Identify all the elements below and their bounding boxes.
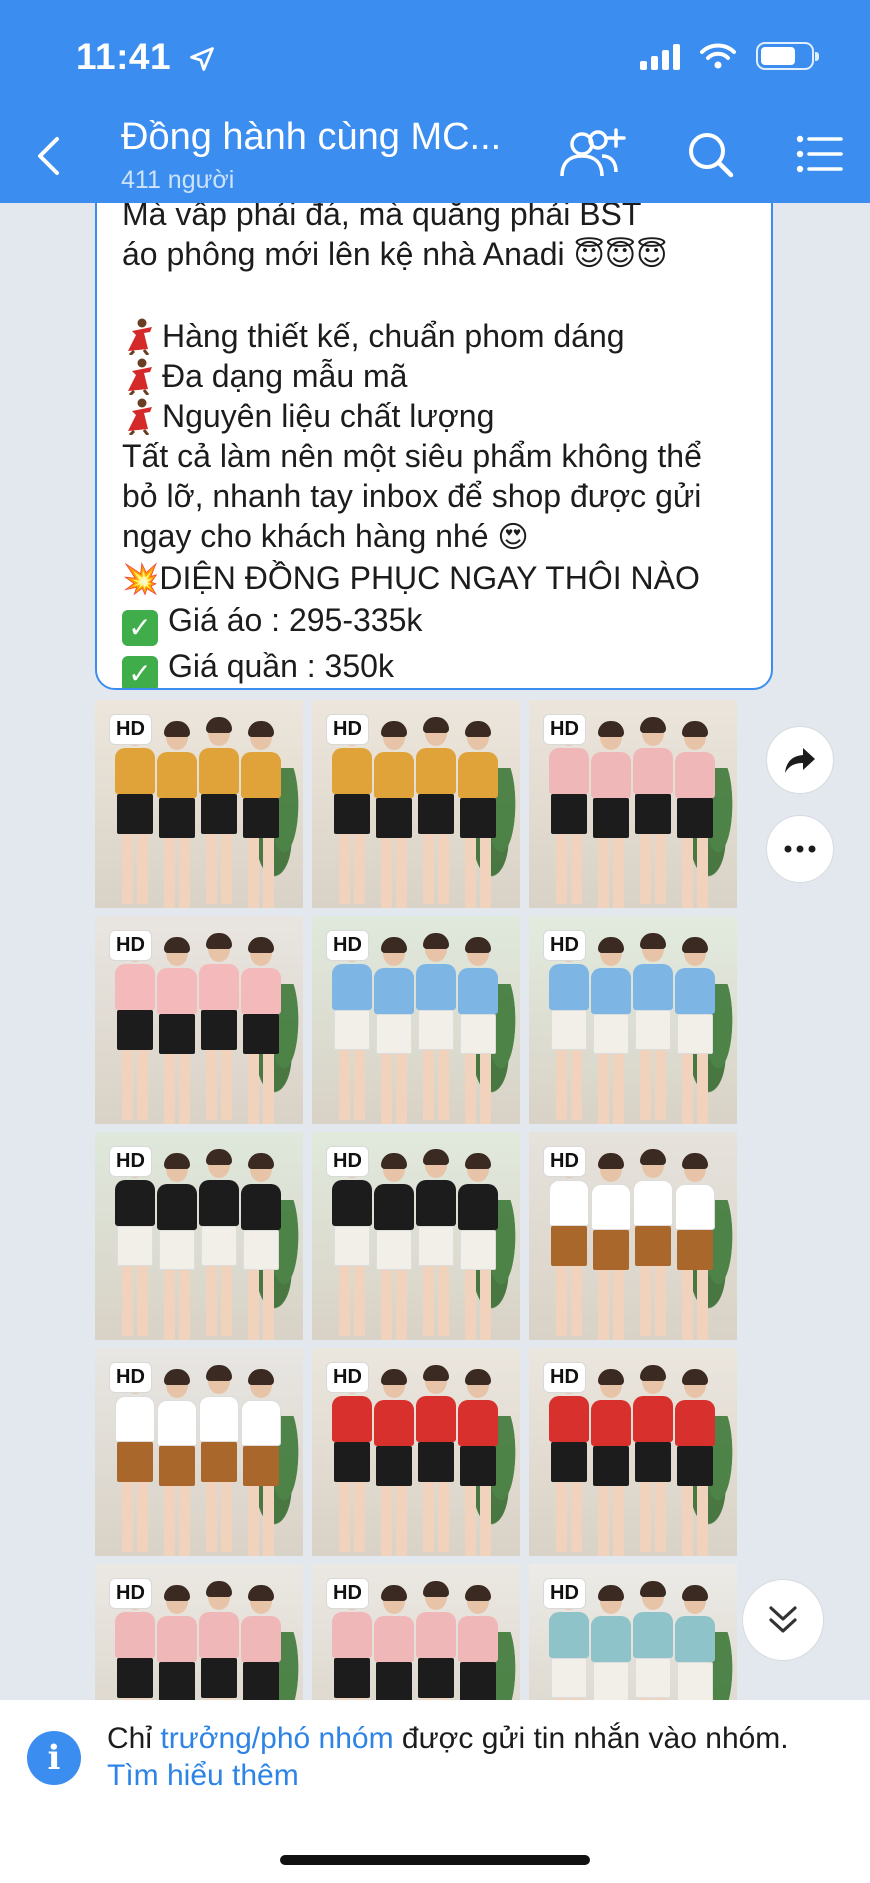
photo-thumbnail[interactable]: HD: [312, 700, 520, 908]
photo-thumbnail[interactable]: HD: [312, 916, 520, 1124]
admin-role-link[interactable]: trưởng/phó nhóm: [160, 1722, 393, 1755]
menu-icon: [796, 135, 843, 173]
status-icons: [640, 42, 819, 70]
learn-more-link[interactable]: Tìm hiểu thêm: [107, 1759, 299, 1792]
photo-thumbnail[interactable]: HD: [95, 700, 303, 908]
hd-badge: HD: [543, 930, 586, 961]
add-member-button[interactable]: [556, 124, 630, 184]
chat-header: 11:41 Đồng hành cùng MC... 411 người: [0, 0, 870, 203]
notice-text: Chỉ trưởng/phó nhóm được gửi tin nhắn và…: [107, 1722, 789, 1792]
photo-thumbnail[interactable]: HD: [529, 1132, 737, 1340]
dancer-emoji-icon: [128, 358, 152, 395]
check-mark-icon: ✓: [122, 656, 158, 688]
info-icon: i: [27, 1731, 81, 1785]
scroll-down-icon: [769, 1606, 797, 1633]
status-time: 11:41: [76, 36, 216, 78]
message-line: Tất cả làm nên một siêu phẩm không thể: [122, 438, 702, 474]
angel-emoji-icon: 😇😇😇: [573, 238, 668, 273]
hd-badge: HD: [326, 1362, 369, 1393]
photo-thumbnail[interactable]: HD: [95, 1132, 303, 1340]
heart-eyes-emoji-icon: 😍: [497, 520, 529, 555]
collision-emoji-icon: 💥: [122, 562, 160, 597]
message-line: Nguyên liệu chất lượng: [122, 396, 771, 436]
back-icon: [38, 137, 59, 175]
message-line: áo phông mới lên kệ nhà Anadi 😇😇😇: [122, 236, 668, 273]
hd-badge: HD: [109, 1146, 152, 1177]
hd-badge: HD: [543, 714, 586, 745]
message-line: ngay cho khách hàng nhé 😍: [122, 518, 529, 555]
message-line: 💥DIỆN ĐỒNG PHỤC NGAY THÔI NÀO: [122, 560, 700, 597]
more-icon: [784, 845, 816, 853]
hd-badge: HD: [543, 1362, 586, 1393]
search-icon: [689, 133, 734, 178]
message-line: ✓ Giá quần : 350k: [122, 646, 771, 688]
photo-thumbnail[interactable]: HD: [95, 916, 303, 1124]
hd-badge: HD: [109, 930, 152, 961]
hd-badge: HD: [109, 1578, 152, 1609]
home-indicator: [280, 1855, 590, 1865]
hd-badge: HD: [109, 714, 152, 745]
wifi-icon: [700, 43, 736, 69]
dancer-emoji-icon: [128, 398, 152, 435]
back-button[interactable]: [28, 128, 68, 184]
signal-icon: [640, 42, 680, 70]
add-member-icon: [560, 128, 626, 177]
hd-badge: HD: [543, 1578, 586, 1609]
status-time-text: 11:41: [76, 36, 172, 77]
check-mark-icon: ✓: [122, 610, 158, 646]
photo-thumbnail[interactable]: HD: [95, 1348, 303, 1556]
hd-badge: HD: [326, 1578, 369, 1609]
dancer-emoji-icon: [128, 318, 152, 355]
message-bubble[interactable]: Mà vấp phải đá, mà quăng phải BST áo phô…: [95, 160, 773, 690]
message-line: [122, 276, 771, 316]
message-line: Hàng thiết kế, chuẩn phom dáng: [122, 316, 771, 356]
search-button[interactable]: [680, 124, 740, 184]
location-arrow-icon: [189, 47, 214, 72]
hd-badge: HD: [109, 1362, 152, 1393]
photo-thumbnail[interactable]: HD: [529, 700, 737, 908]
scroll-to-bottom-button[interactable]: [742, 1579, 824, 1661]
photo-thumbnail[interactable]: HD: [529, 1348, 737, 1556]
group-title[interactable]: Đồng hành cùng MC...: [121, 116, 501, 159]
photo-thumbnail[interactable]: HD: [529, 916, 737, 1124]
hd-badge: HD: [326, 714, 369, 745]
hd-badge: HD: [543, 1146, 586, 1177]
photo-grid: HD HD HD HD HD HD HD HD HD HD HD HD HD HD HD: [95, 700, 737, 1772]
permission-notice: i Chỉ trưởng/phó nhóm được gửi tin nhắn …: [0, 1700, 870, 1883]
hd-badge: HD: [326, 930, 369, 961]
share-icon: [785, 748, 815, 773]
photo-thumbnail[interactable]: HD: [312, 1132, 520, 1340]
member-count: 411 người: [121, 166, 235, 194]
message-line: ✓ Giá áo : 295-335k: [122, 600, 771, 646]
message-line: Đa dạng mẫu mã: [122, 356, 771, 396]
more-button[interactable]: [766, 815, 834, 883]
menu-button[interactable]: [790, 124, 850, 184]
battery-icon: [756, 42, 819, 70]
photo-thumbnail[interactable]: HD: [312, 1348, 520, 1556]
message-line: bỏ lỡ, nhanh tay inbox để shop được gửi: [122, 478, 702, 514]
hd-badge: HD: [326, 1146, 369, 1177]
share-button[interactable]: [766, 726, 834, 794]
